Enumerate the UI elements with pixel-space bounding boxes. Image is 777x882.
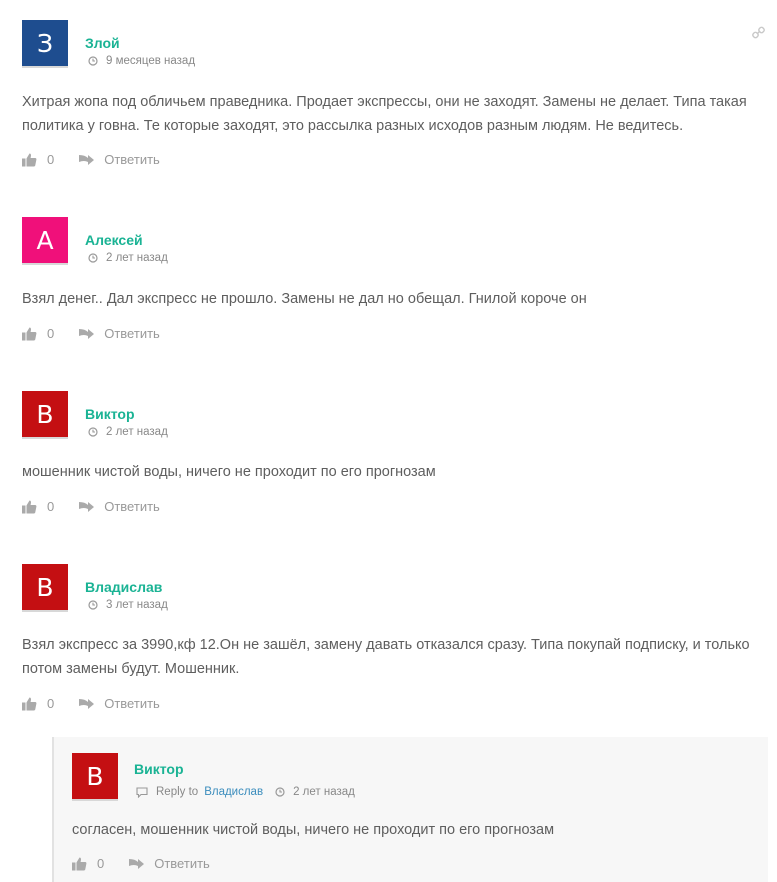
thumbs-up-icon (22, 153, 37, 166)
comment-text: Хитрая жопа под обличьем праведника. Про… (22, 94, 747, 134)
thumbs-up-icon (22, 500, 37, 513)
author-name[interactable]: Виктор (85, 406, 135, 422)
comment-time[interactable]: 2 лет назад (293, 786, 355, 798)
reply-arrow-icon (79, 698, 95, 709)
like-count: 0 (47, 499, 55, 514)
comment-text: мошенник чистой воды, ничего не проходит… (22, 464, 436, 480)
clock-icon (88, 600, 98, 610)
avatar[interactable]: В (22, 564, 68, 612)
comment-time[interactable]: 3 лет назад (106, 599, 168, 611)
like-button[interactable]: 0 (22, 499, 54, 514)
like-button[interactable]: 0 (72, 856, 104, 871)
thumbs-up-icon (22, 327, 37, 340)
comment-meta: 3 лет назад (88, 599, 168, 611)
thumbs-up-icon (22, 697, 37, 710)
reply-label: Ответить (104, 326, 160, 341)
reply-button[interactable]: Ответить (128, 856, 210, 871)
comment-time[interactable]: 2 лет назад (106, 252, 168, 264)
like-count: 0 (47, 152, 55, 167)
comment-actions: 0 Ответить (22, 499, 160, 514)
reply-label: Ответить (154, 856, 210, 871)
comment-time[interactable]: 2 лет назад (106, 426, 168, 438)
thumbs-up-icon (72, 857, 87, 870)
clock-icon (88, 56, 98, 66)
author-name[interactable]: Злой (85, 35, 120, 51)
clock-icon (88, 427, 98, 437)
reply-button[interactable]: Ответить (78, 696, 160, 711)
comment-actions: 0 Ответить (22, 696, 160, 711)
reply-button[interactable]: Ответить (78, 326, 160, 341)
comment-actions: 0 Ответить (22, 326, 160, 341)
reply-arrow-icon (79, 328, 95, 339)
reply-to-link[interactable]: Владислав (204, 786, 263, 798)
reply-arrow-icon (79, 154, 95, 165)
avatar[interactable]: А (22, 217, 68, 265)
avatar[interactable]: В (22, 391, 68, 439)
clock-icon (275, 787, 285, 797)
nested-reply: В Виктор Reply to Владислав 2 лет назад … (52, 737, 768, 882)
like-button[interactable]: 0 (22, 326, 54, 341)
avatar[interactable]: З (22, 20, 68, 68)
avatar[interactable]: В (72, 753, 118, 801)
like-button[interactable]: 0 (22, 696, 54, 711)
reply-label: Ответить (104, 696, 160, 711)
comment-meta: 2 лет назад (88, 252, 168, 264)
comment-actions: 0 Ответить (22, 152, 160, 167)
author-name[interactable]: Алексей (85, 232, 143, 248)
reply-to-label: Reply to (156, 786, 199, 798)
reply-arrow-icon (79, 501, 95, 512)
comment-meta: Reply to Владислав 2 лет назад (136, 786, 355, 798)
comment-actions: 0 Ответить (72, 856, 210, 871)
reply-label: Ответить (104, 499, 160, 514)
comment-meta: 9 месяцев назад (88, 55, 195, 67)
reply-arrow-icon (129, 858, 145, 869)
comment-text: согласен, мошенник чистой воды, ничего н… (72, 822, 555, 838)
reply-label: Ответить (104, 152, 160, 167)
reply-button[interactable]: Ответить (78, 499, 160, 514)
like-count: 0 (97, 856, 105, 871)
like-count: 0 (47, 326, 55, 341)
comment-time[interactable]: 9 месяцев назад (106, 55, 195, 67)
link-icon[interactable] (752, 26, 765, 44)
reply-button[interactable]: Ответить (78, 152, 160, 167)
like-count: 0 (47, 696, 55, 711)
comment-meta: 2 лет назад (88, 426, 168, 438)
author-name[interactable]: Виктор (134, 761, 184, 777)
clock-icon (88, 253, 98, 263)
author-name[interactable]: Владислав (85, 579, 162, 595)
comment-text: Взял экспресс за 3990,кф 12.Он не зашёл,… (22, 637, 750, 677)
comment-text: Взял денег.. Дал экспресс не прошло. Зам… (22, 291, 587, 307)
comment-icon (136, 786, 148, 798)
like-button[interactable]: 0 (22, 152, 54, 167)
reply-time-group: 2 лет назад (275, 786, 355, 798)
